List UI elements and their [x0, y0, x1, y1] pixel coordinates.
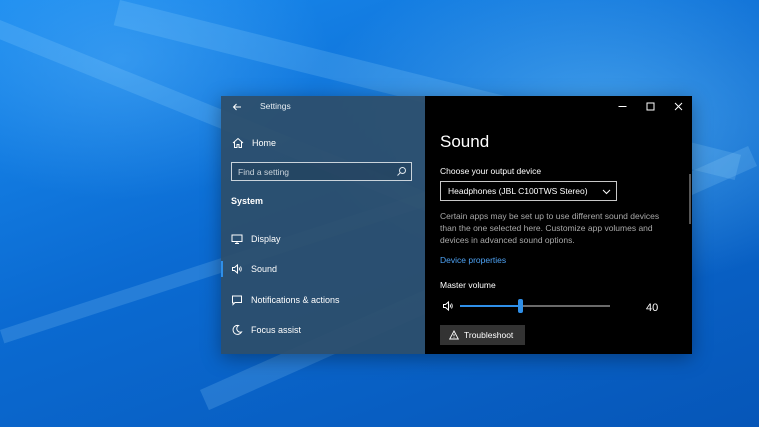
back-button[interactable] [229, 99, 245, 115]
troubleshoot-label: Troubleshoot [464, 330, 514, 340]
sidebar-item-notifications[interactable]: Notifications & actions [221, 289, 425, 311]
scrollbar[interactable] [689, 174, 691, 224]
minimize-button[interactable] [608, 96, 636, 116]
sidebar: Settings Home System Display [221, 96, 425, 354]
sidebar-item-display[interactable]: Display [221, 228, 425, 250]
master-volume-control [440, 299, 665, 313]
volume-slider[interactable] [460, 299, 610, 313]
content-pane: Sound Choose your output device Headphon… [425, 96, 692, 354]
master-volume-label: Master volume [440, 280, 496, 290]
volume-value: 40 [646, 302, 659, 314]
window-controls [608, 96, 692, 116]
home-nav-item[interactable]: Home [231, 136, 276, 150]
back-arrow-icon [232, 103, 241, 111]
selected-indicator [221, 261, 223, 277]
sidebar-item-focus-assist[interactable]: Focus assist [221, 319, 425, 341]
title-bar: Settings [221, 96, 425, 118]
speaker-icon [232, 263, 242, 275]
search-field[interactable] [231, 162, 412, 181]
sidebar-item-label: Focus assist [251, 325, 302, 335]
maximize-button[interactable] [636, 96, 664, 116]
volume-slider-fill [460, 305, 520, 307]
output-device-dropdown[interactable]: Headphones (JBL C100TWS Stereo) [440, 181, 617, 201]
description-text: Certain apps may be set up to use differ… [440, 211, 660, 245]
home-icon [232, 137, 244, 148]
close-icon [674, 102, 682, 110]
output-device-label: Choose your output device [440, 166, 542, 176]
section-title: System [231, 196, 264, 206]
close-button[interactable] [664, 96, 692, 116]
troubleshoot-button[interactable]: Troubleshoot [440, 325, 525, 345]
speaker-icon[interactable] [442, 300, 454, 312]
page-title: Sound [440, 132, 490, 151]
sidebar-item-label: Notifications & actions [251, 295, 340, 305]
moon-icon [232, 324, 243, 335]
home-label: Home [252, 138, 277, 148]
output-device-value: Headphones (JBL C100TWS Stereo) [448, 186, 588, 196]
warning-icon [449, 330, 459, 340]
search-input[interactable] [238, 165, 388, 178]
sidebar-item-label: Display [251, 234, 281, 244]
monitor-icon [231, 234, 243, 244]
message-icon [232, 295, 242, 306]
device-properties-link[interactable]: Device properties [440, 255, 506, 265]
app-title: Settings [260, 101, 291, 111]
maximize-icon [646, 102, 654, 110]
chevron-down-icon [602, 189, 611, 195]
search-icon[interactable] [396, 166, 407, 177]
volume-slider-thumb[interactable] [518, 299, 523, 313]
settings-window: Settings Home System Display [221, 96, 692, 354]
minimize-icon [618, 105, 626, 107]
sidebar-item-label: Sound [251, 264, 278, 274]
sidebar-item-sound[interactable]: Sound [221, 258, 425, 280]
